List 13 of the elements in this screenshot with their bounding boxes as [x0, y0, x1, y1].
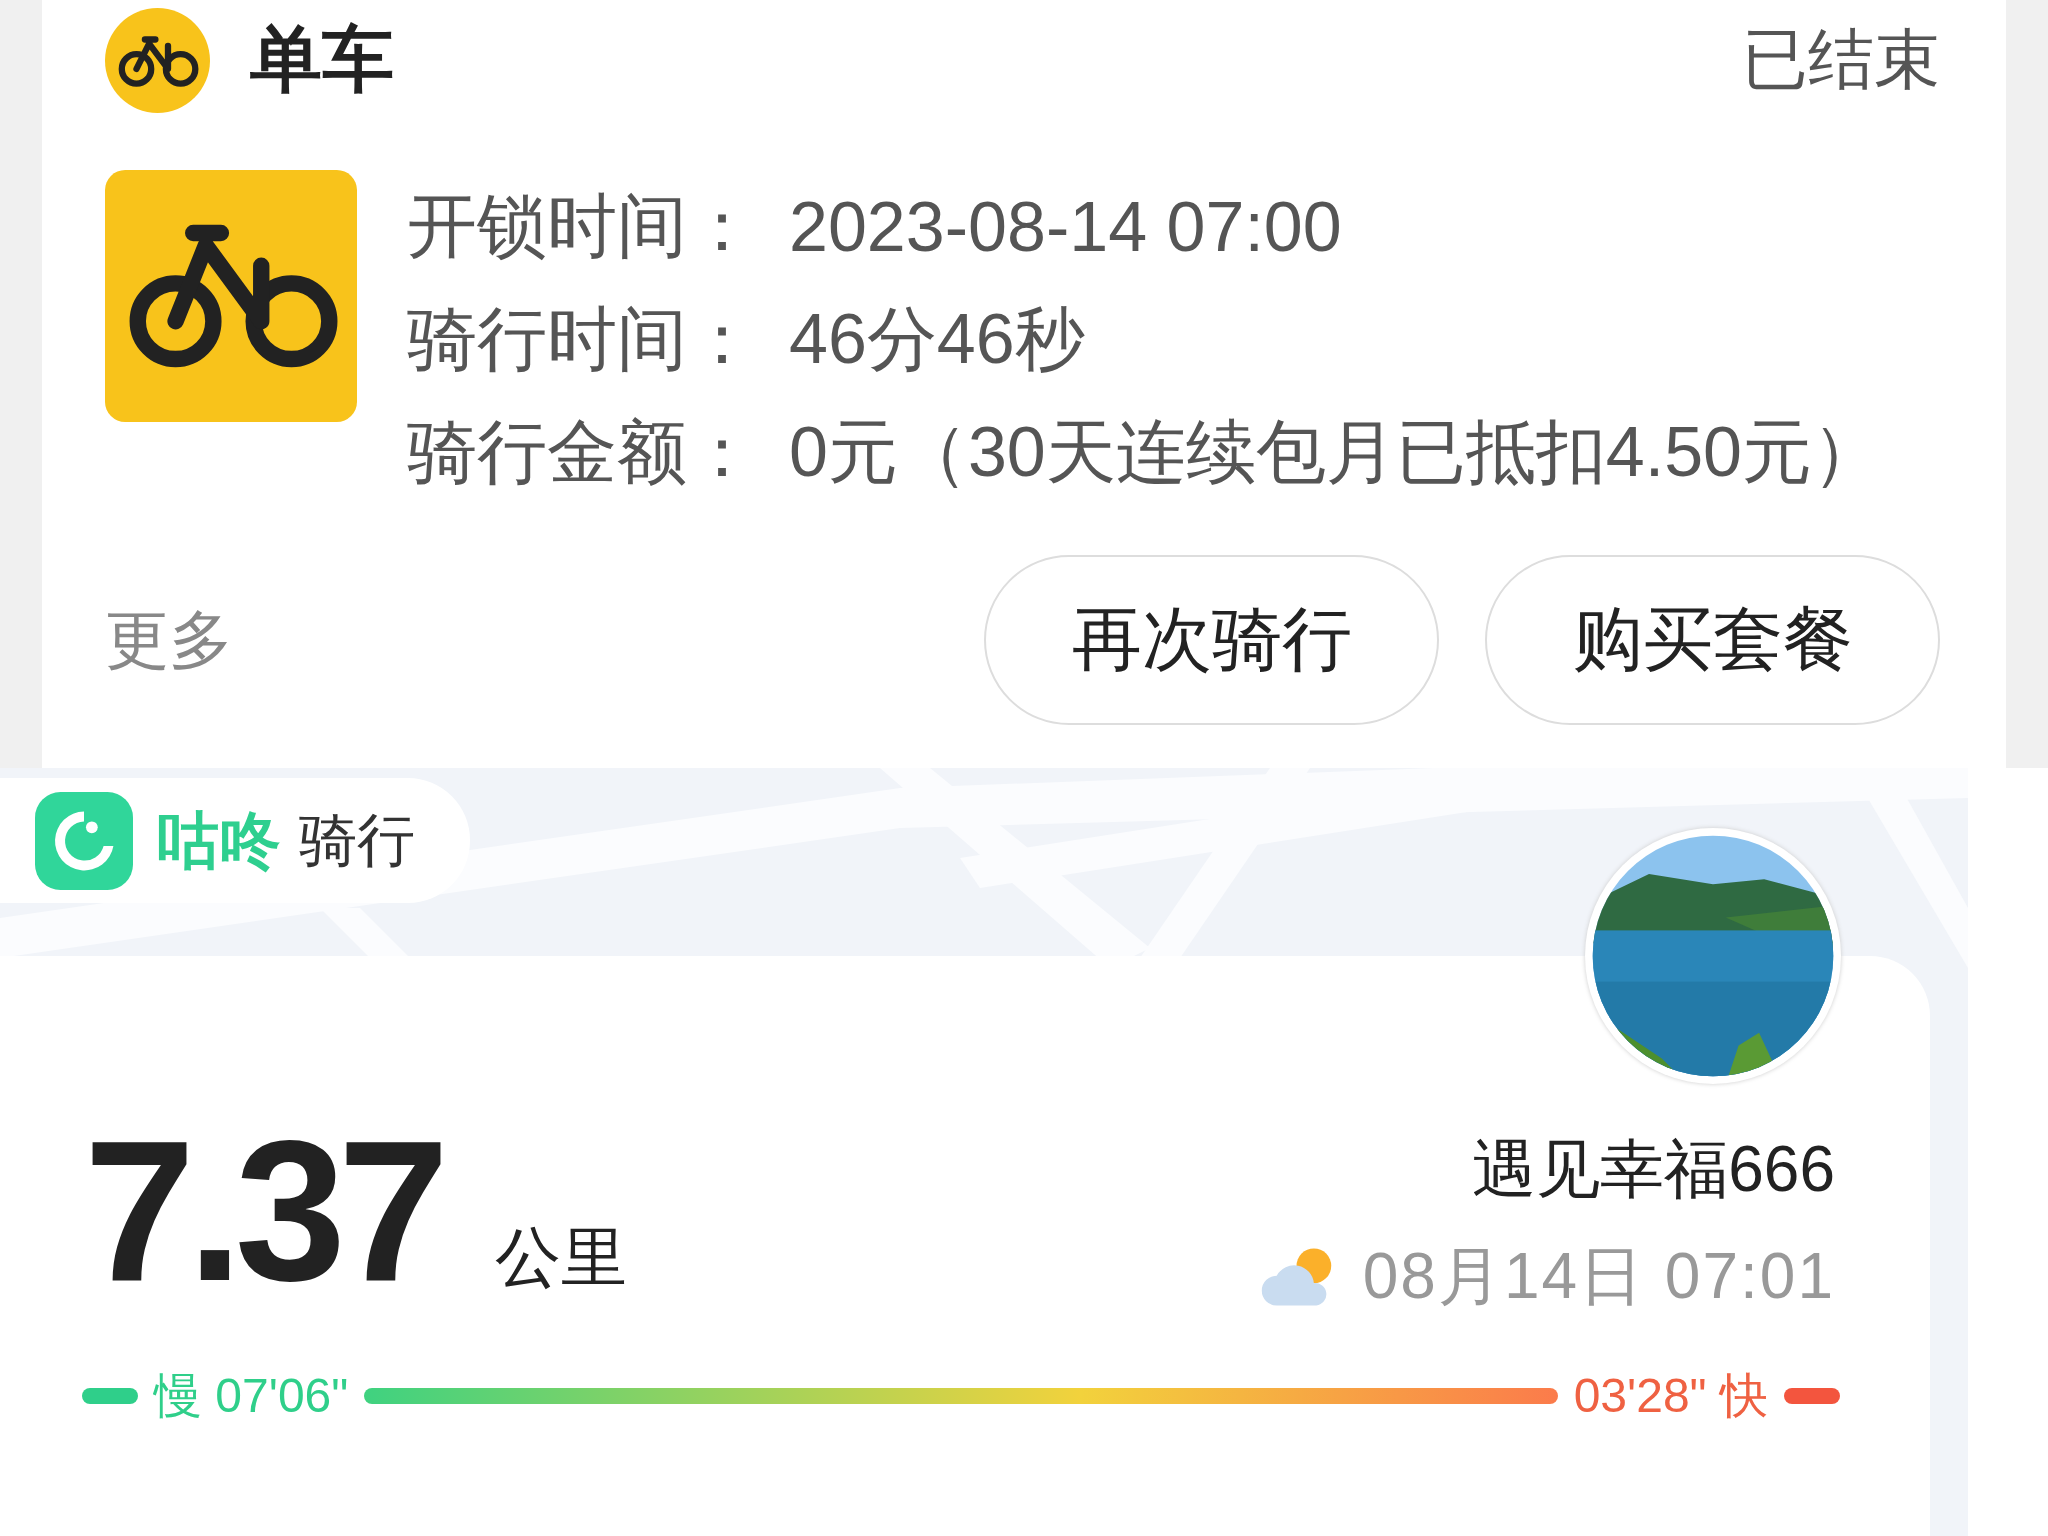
- detail-value: 46分46秒: [789, 298, 1085, 380]
- bicycle-logo-icon: [105, 7, 210, 113]
- bicycle-icon: [105, 170, 357, 422]
- detail-label: 骑行时间：: [407, 298, 758, 380]
- action-button[interactable]: 购买套餐: [1485, 555, 1940, 725]
- ride-status: 已结束: [1742, 21, 1940, 98]
- card-title: 单车: [250, 18, 394, 101]
- action-button[interactable]: 再次骑行: [984, 555, 1439, 725]
- detail-value: 0元（30天连续包月已抵扣4.50元）: [789, 411, 1883, 493]
- more-link[interactable]: 更多: [105, 596, 233, 684]
- detail-label: 骑行金额：: [407, 411, 758, 493]
- detail-label: 开锁时间：: [407, 185, 758, 267]
- detail-value: 2023-08-14 07:00: [789, 186, 1342, 267]
